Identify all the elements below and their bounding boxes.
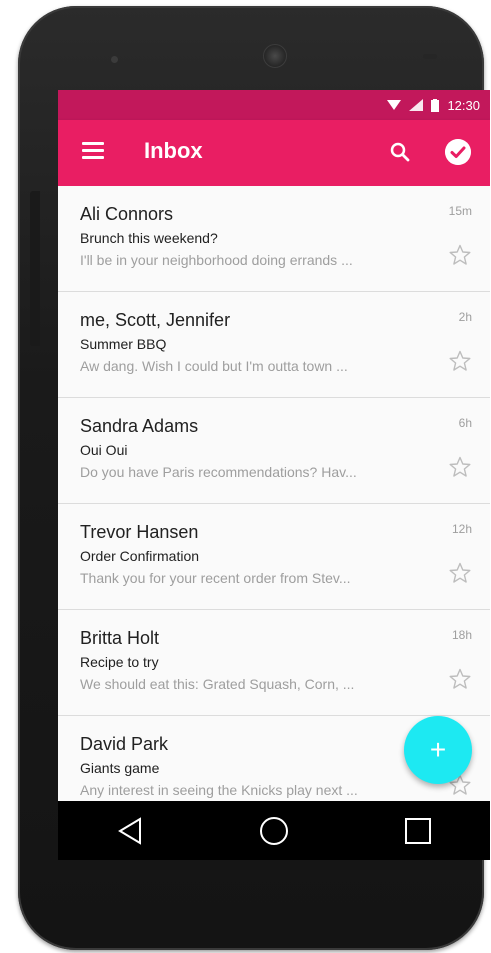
message-sender: Britta Holt: [80, 628, 160, 648]
home-button[interactable]: [254, 811, 294, 851]
message-sender: David Park: [80, 734, 169, 754]
camera-sensor: [111, 56, 118, 63]
message-sender: me, Scott, Jennifer: [80, 310, 231, 330]
message-row[interactable]: Ali Connors Brunch this weekend? I'll be…: [58, 186, 490, 292]
page-title: Inbox: [144, 138, 203, 163]
message-time: 12h: [451, 522, 472, 536]
message-preview: I'll be in your neighborhood doing erran…: [80, 252, 353, 268]
message-subject: Oui Oui: [80, 442, 128, 458]
message-preview: Do you have Paris recommendations? Hav..…: [80, 464, 357, 480]
message-preview: Any interest in seeing the Knicks play n…: [80, 782, 358, 798]
add-icon: +: [429, 734, 447, 765]
star-icon[interactable]: [448, 455, 472, 479]
message-time: 18h: [451, 628, 472, 642]
navigation-bar: [58, 801, 490, 860]
message-sender: Sandra Adams: [80, 416, 199, 436]
message-time: 6h: [458, 416, 472, 430]
message-row[interactable]: me, Scott, Jennifer Summer BBQ Aw dang. …: [58, 292, 490, 398]
earpiece-speaker: [263, 44, 287, 68]
search-icon[interactable]: [388, 140, 412, 164]
check-icon[interactable]: [445, 139, 471, 165]
back-icon: [118, 816, 141, 845]
screen: 12:30 Inbox Ali Connors Brunch this week…: [58, 90, 490, 860]
message-subject: Brunch this weekend?: [80, 230, 218, 246]
status-time: 12:30: [447, 97, 480, 113]
star-icon[interactable]: [448, 667, 472, 691]
message-sender: Trevor Hansen: [80, 522, 199, 542]
recents-button[interactable]: [398, 811, 438, 851]
menu-icon[interactable]: [82, 142, 104, 162]
message-subject: Giants game: [80, 760, 160, 776]
message-row[interactable]: Britta Holt Recipe to try We should eat …: [58, 610, 490, 716]
signal-icon: [409, 99, 424, 111]
message-preview: Aw dang. Wish I could but I'm outta town…: [80, 358, 348, 374]
recents-icon: [405, 817, 431, 844]
home-icon: [260, 816, 288, 845]
message-subject: Summer BBQ: [80, 336, 167, 352]
status-bar: 12:30: [58, 90, 490, 120]
proximity-sensor: [423, 54, 437, 59]
phone-side-button: [30, 191, 40, 346]
message-preview: Thank you for your recent order from Ste…: [80, 570, 351, 586]
message-row[interactable]: Sandra Adams Oui Oui Do you have Paris r…: [58, 398, 490, 504]
phone-frame: 12:30 Inbox Ali Connors Brunch this week…: [18, 6, 490, 950]
message-subject: Order Confirmation: [80, 548, 200, 564]
message-sender: Ali Connors: [80, 204, 174, 224]
back-button[interactable]: [110, 811, 150, 851]
message-row[interactable]: Trevor Hansen Order Confirmation Thank y…: [58, 504, 490, 610]
star-icon[interactable]: [448, 243, 472, 267]
message-time: 2h: [458, 310, 472, 324]
app-bar: Inbox: [58, 120, 490, 186]
battery-icon: [431, 98, 440, 112]
message-subject: Recipe to try: [80, 654, 159, 670]
compose-fab[interactable]: +: [404, 716, 472, 784]
star-icon[interactable]: [448, 561, 472, 585]
star-icon[interactable]: [448, 349, 472, 373]
wifi-icon: [387, 100, 402, 110]
message-preview: We should eat this: Grated Squash, Corn,…: [80, 676, 355, 692]
message-time: 15m: [448, 204, 472, 218]
